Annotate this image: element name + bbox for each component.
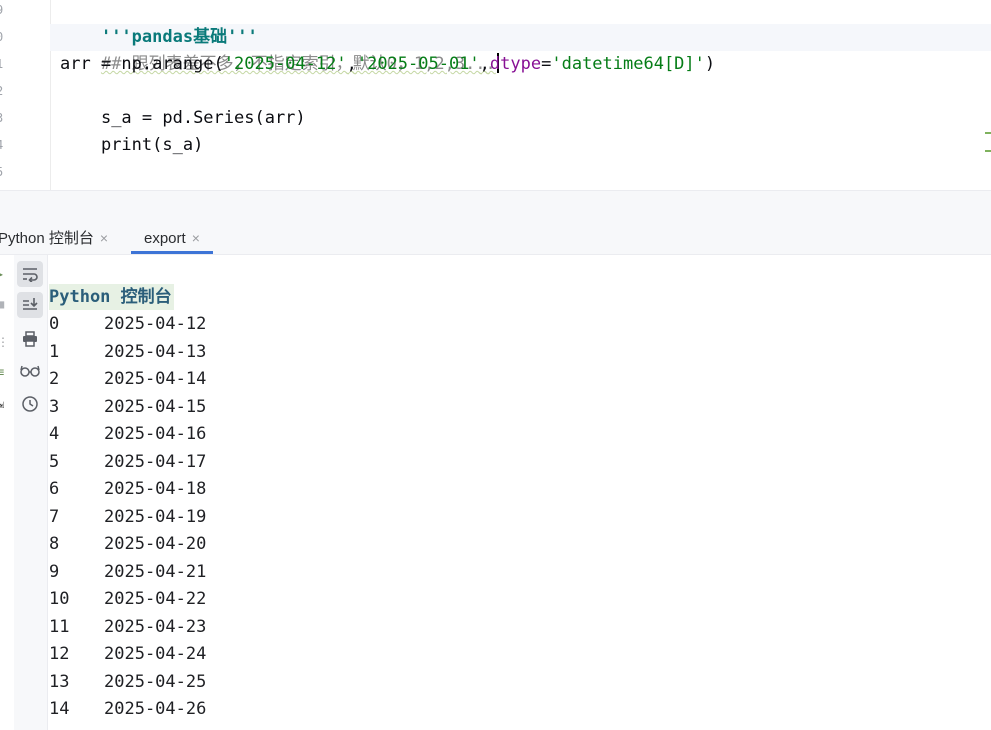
- row-index: 9: [49, 561, 60, 582]
- row-index: 4: [49, 424, 60, 444]
- change-marker: [985, 132, 991, 134]
- row-index: 13: [49, 671, 70, 692]
- string-literal: '2025-04-12': [223, 54, 347, 74]
- line-number: 3: [0, 105, 6, 132]
- tab-python-console[interactable]: Python 控制台 ×: [0, 220, 108, 254]
- row-index: 7: [49, 506, 60, 527]
- row-index: 10: [49, 589, 70, 609]
- string-literal: 'datetime64[D]': [551, 54, 705, 74]
- soft-wrap-icon[interactable]: [17, 261, 43, 287]
- row-index: 5: [49, 451, 60, 472]
- line-number: 4: [0, 132, 6, 159]
- row-index: 0: [49, 314, 60, 334]
- row-value: 2025-04-14: [104, 369, 207, 389]
- console-toolbar: [14, 255, 48, 730]
- row-index: 6: [49, 479, 60, 499]
- rerun-icon[interactable]: ≡: [0, 365, 4, 379]
- row-index: 11: [49, 616, 70, 637]
- row-value: 2025-04-22: [104, 589, 207, 609]
- code-token: print(s_a): [100, 135, 204, 155]
- console-panel: ▸ ■ ⋮ ≡ ⇲ Python 控制台 0 2025-04-12 1 2025-0…: [0, 255, 991, 730]
- stop-icon[interactable]: ■: [0, 297, 4, 311]
- change-marker: [985, 150, 991, 152]
- string-literal: '2025-05-01': [356, 54, 480, 74]
- line-number: 1: [0, 51, 6, 78]
- close-icon[interactable]: ×: [100, 230, 108, 246]
- tab-label: export: [144, 230, 186, 247]
- panel-splitter[interactable]: [0, 190, 991, 221]
- run-icon[interactable]: ▸: [0, 267, 4, 281]
- code-line-print[interactable]: print(s_a): [60, 105, 203, 155]
- line-number: 2: [0, 78, 6, 105]
- line-number: 5: [0, 159, 6, 186]
- code-token: arr = np.arange(: [60, 54, 224, 74]
- close-icon[interactable]: ×: [192, 230, 200, 246]
- row-value: 2025-04-26: [104, 699, 207, 719]
- tab-export[interactable]: export ×: [131, 220, 213, 254]
- row-index: 14: [49, 699, 70, 719]
- row-value: 2025-04-13: [104, 341, 207, 362]
- row-value: 2025-04-18: [104, 479, 207, 499]
- code-line-docstring[interactable]: '''pandas基础''': [60, 0, 258, 47]
- glasses-icon[interactable]: [17, 358, 43, 384]
- console-output-header: Python 控制台: [49, 284, 174, 310]
- history-icon[interactable]: [17, 391, 43, 417]
- line-number: 9: [0, 0, 6, 24]
- row-index: 3: [49, 396, 60, 417]
- row-value: 2025-04-20: [104, 534, 207, 554]
- row-value: 2025-04-24: [104, 644, 207, 664]
- code-token: ,: [479, 54, 490, 74]
- console-edge: ▸ ■ ⋮ ≡ ⇲: [0, 255, 14, 730]
- row-value: 2025-04-15: [104, 396, 207, 417]
- row-index: 2: [49, 369, 60, 389]
- row-value: 2025-04-21: [104, 561, 207, 582]
- code-token: =: [541, 54, 552, 74]
- row-value: 2025-04-12: [104, 314, 207, 334]
- code-line-comment[interactable]: ## 跟列表差不多，不指定索引，默认0，1,2,3...: [60, 24, 499, 74]
- code-line-arange[interactable]: arr = np.arange('2025-04-12','2025-05-01…: [60, 51, 715, 78]
- code-editor[interactable]: 9 0 1 2 3 4 5 '''pandas基础''' ## 跟列表差不多，不…: [0, 0, 991, 190]
- more-icon[interactable]: ⋮: [0, 335, 9, 349]
- line-number-gutter: 9 0 1 2 3 4 5: [0, 0, 51, 190]
- row-value: 2025-04-16: [104, 424, 207, 444]
- tab-label: Python 控制台: [0, 230, 94, 247]
- row-index: 1: [49, 341, 60, 362]
- line-number: 0: [0, 24, 6, 51]
- row-value: 2025-04-25: [104, 671, 207, 692]
- code-token: ): [704, 54, 716, 74]
- tool-window-tab-bar: Python 控制台 × export ×: [0, 220, 991, 255]
- row-index: 8: [49, 534, 60, 554]
- row-index: 12: [49, 644, 70, 664]
- print-icon[interactable]: [17, 326, 43, 352]
- row-value: 2025-04-19: [104, 506, 207, 527]
- code-line-series[interactable]: s_a = pd.Series(arr): [60, 78, 306, 128]
- row-value: 2025-04-17: [104, 451, 207, 472]
- scroll-to-end-icon[interactable]: [17, 292, 43, 318]
- settings-icon[interactable]: ⇲: [0, 397, 4, 411]
- keyword-argument: dtype: [489, 54, 542, 74]
- code-token: ,: [346, 54, 357, 74]
- row-value: 2025-04-23: [104, 616, 207, 637]
